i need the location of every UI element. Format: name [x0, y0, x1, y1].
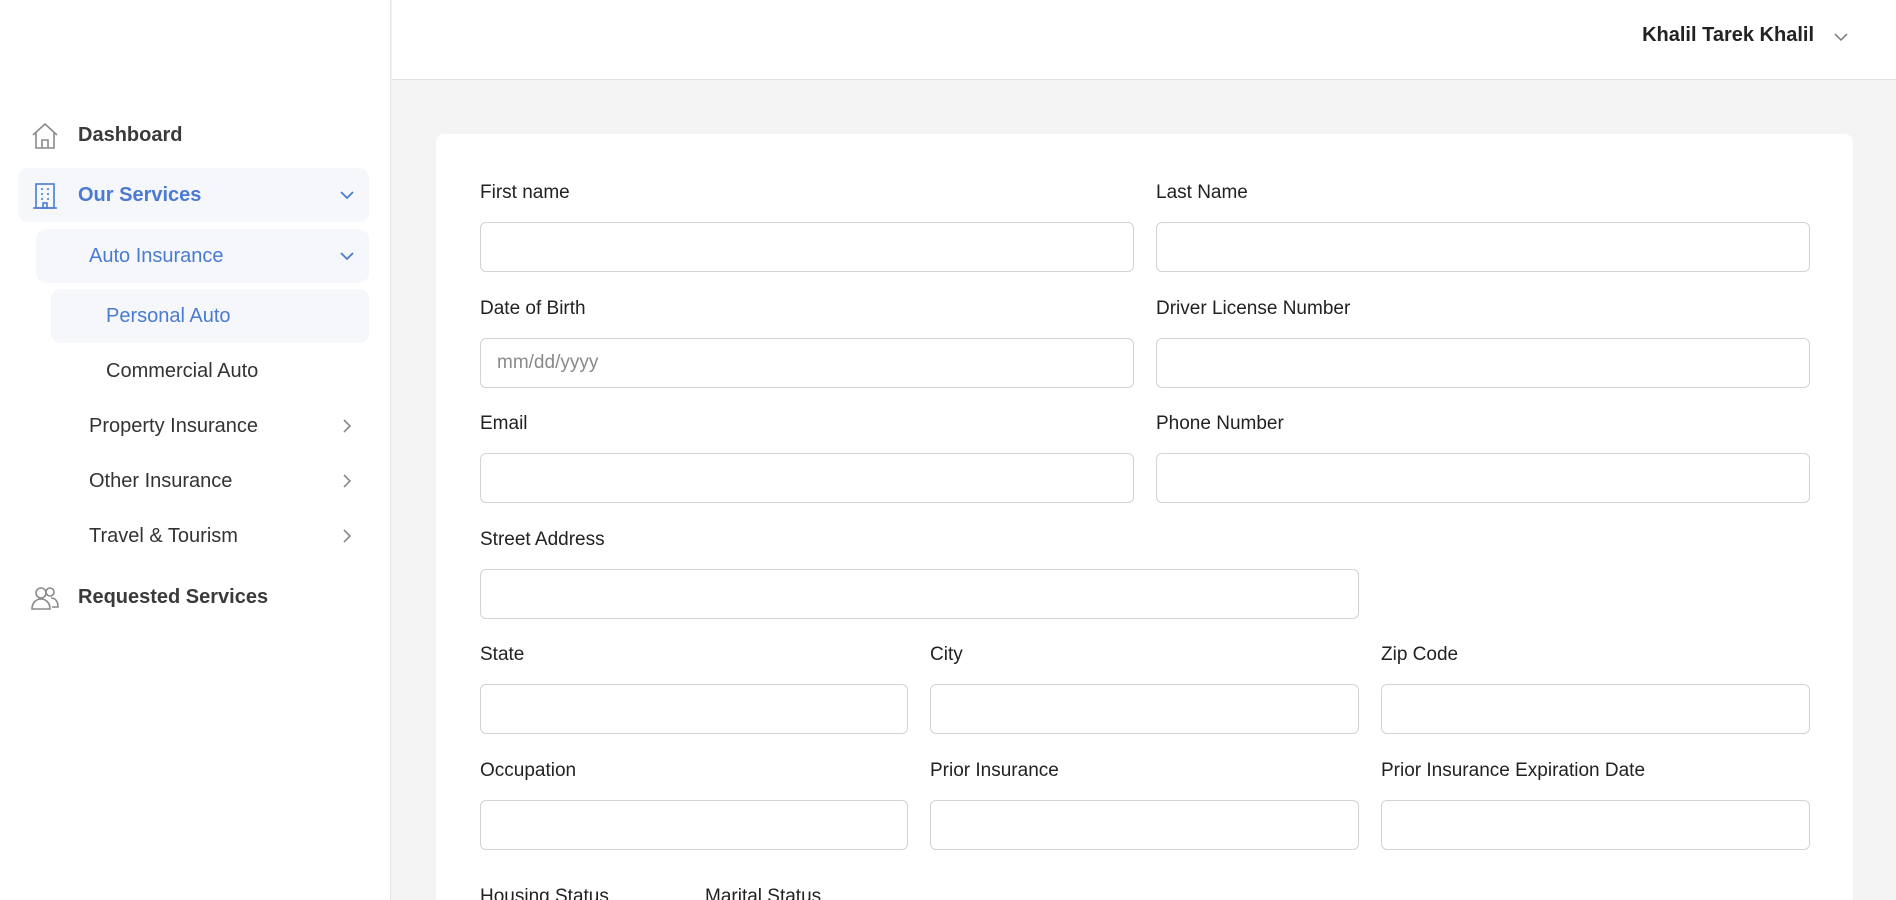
first-name-input[interactable] [480, 222, 1134, 272]
email-input[interactable] [480, 453, 1134, 503]
occupation-input[interactable] [480, 800, 908, 850]
building-icon [33, 183, 57, 209]
sidebar-item-label: Property Insurance [89, 414, 258, 437]
prior-insurance-input[interactable] [930, 800, 1359, 850]
city-input[interactable] [930, 684, 1359, 734]
sidebar-item-other-insurance[interactable]: Other Insurance [36, 454, 369, 508]
sidebar-item-dashboard[interactable]: Dashboard [18, 108, 369, 162]
users-icon [31, 587, 59, 610]
zip-code-input[interactable] [1381, 684, 1810, 734]
phone-label: Phone Number [1156, 413, 1284, 434]
state-label: State [480, 644, 525, 665]
chevron-down-icon [340, 252, 354, 261]
sidebar-item-label: Auto Insurance [89, 244, 224, 267]
zip-code-label: Zip Code [1381, 644, 1459, 665]
sidebar-item-label: Our Services [78, 183, 202, 206]
housing-status-label: Housing Status [480, 886, 609, 900]
occupation-label: Occupation [480, 760, 577, 781]
form-card: First name Last Name Date of Birth Drive… [436, 134, 1853, 900]
first-name-label: First name [480, 182, 570, 203]
state-input[interactable] [480, 684, 908, 734]
street-address-input[interactable] [480, 569, 1359, 619]
prior-insurance-expiration-input[interactable] [1381, 800, 1810, 850]
dob-input[interactable] [480, 338, 1134, 388]
sidebar-item-requested-services[interactable]: Requested Services [18, 570, 369, 624]
sidebar-item-auto-insurance[interactable]: Auto Insurance [36, 229, 369, 283]
sidebar-item-label: Travel & Tourism [89, 524, 238, 547]
last-name-input[interactable] [1156, 222, 1810, 272]
marital-status-label: Marital Status [705, 886, 822, 900]
sidebar-item-our-services[interactable]: Our Services [18, 168, 369, 222]
chevron-right-icon [343, 529, 352, 543]
sidebar-item-travel-tourism[interactable]: Travel & Tourism [36, 509, 369, 563]
license-label: Driver License Number [1156, 298, 1351, 319]
sidebar: Dashboard Our Services Auto Insurance Pe… [0, 0, 391, 900]
sidebar-item-label: Personal Auto [106, 304, 231, 327]
sidebar-item-label: Other Insurance [89, 469, 233, 492]
top-bar: Khalil Tarek Khalil [392, 0, 1896, 80]
chevron-right-icon [343, 474, 352, 488]
sidebar-item-label: Requested Services [78, 585, 269, 608]
home-icon [32, 122, 58, 149]
sidebar-item-commercial-auto[interactable]: Commercial Auto [51, 344, 369, 398]
user-name[interactable]: Khalil Tarek Khalil [1642, 24, 1814, 47]
email-label: Email [480, 413, 528, 434]
sidebar-item-label: Commercial Auto [106, 359, 259, 382]
sidebar-item-personal-auto[interactable]: Personal Auto [51, 289, 369, 343]
prior-insurance-expiration-label: Prior Insurance Expiration Date [1381, 760, 1646, 781]
chevron-down-icon [340, 191, 354, 200]
phone-input[interactable] [1156, 453, 1810, 503]
dob-label: Date of Birth [480, 298, 586, 319]
prior-insurance-label: Prior Insurance [930, 760, 1059, 781]
license-input[interactable] [1156, 338, 1810, 388]
chevron-right-icon [343, 419, 352, 433]
sidebar-item-label: Dashboard [78, 123, 183, 146]
street-address-label: Street Address [480, 529, 605, 550]
sidebar-item-property-insurance[interactable]: Property Insurance [36, 399, 369, 453]
city-label: City [930, 644, 963, 665]
last-name-label: Last Name [1156, 182, 1248, 203]
chevron-down-icon[interactable] [1832, 28, 1850, 46]
